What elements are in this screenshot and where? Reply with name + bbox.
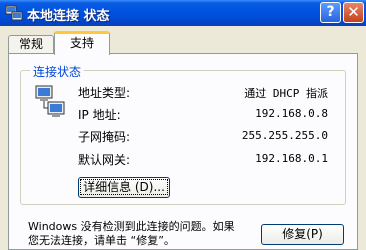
group-label: 连接状态 bbox=[30, 63, 85, 80]
status-message-line-2: 您无法连接，请单击 “修复”。 bbox=[28, 234, 175, 247]
details-button-label: 详细信息 (D)... bbox=[80, 179, 168, 195]
details-button[interactable]: 详细信息 (D)... bbox=[78, 177, 170, 198]
default-gateway-value: 192.168.0.1 bbox=[255, 152, 328, 165]
default-gateway-label: 默认网关: bbox=[78, 153, 131, 167]
title-bar: 本地连接 状态 ? ✕ bbox=[0, 0, 366, 26]
network-connection-icon bbox=[5, 5, 23, 21]
subnet-mask-label: 子网掩码: bbox=[78, 130, 131, 144]
network-computers-icon bbox=[35, 85, 65, 117]
ip-address-value: 192.168.0.8 bbox=[255, 107, 328, 120]
close-button[interactable]: ✕ bbox=[343, 2, 364, 23]
repair-button[interactable]: 修复(P) bbox=[261, 224, 344, 245]
tab-support[interactable]: 支持 bbox=[54, 31, 110, 55]
ip-address-label: IP 地址: bbox=[78, 108, 121, 122]
subnet-mask-value: 255.255.255.0 bbox=[241, 129, 328, 142]
address-type-value: 通过 DHCP 指派 bbox=[244, 87, 328, 100]
address-type-label: 地址类型: bbox=[78, 86, 131, 100]
status-message-line-1: Windows 没有检测到此连接的问题。如果 bbox=[28, 220, 235, 233]
tab-general[interactable]: 常规 bbox=[8, 35, 54, 53]
status-message: Windows 没有检测到此连接的问题。如果 您无法连接，请单击 “修复”。 bbox=[28, 220, 258, 248]
window-title: 本地连接 状态 bbox=[27, 9, 110, 24]
help-button[interactable]: ? bbox=[320, 2, 341, 23]
